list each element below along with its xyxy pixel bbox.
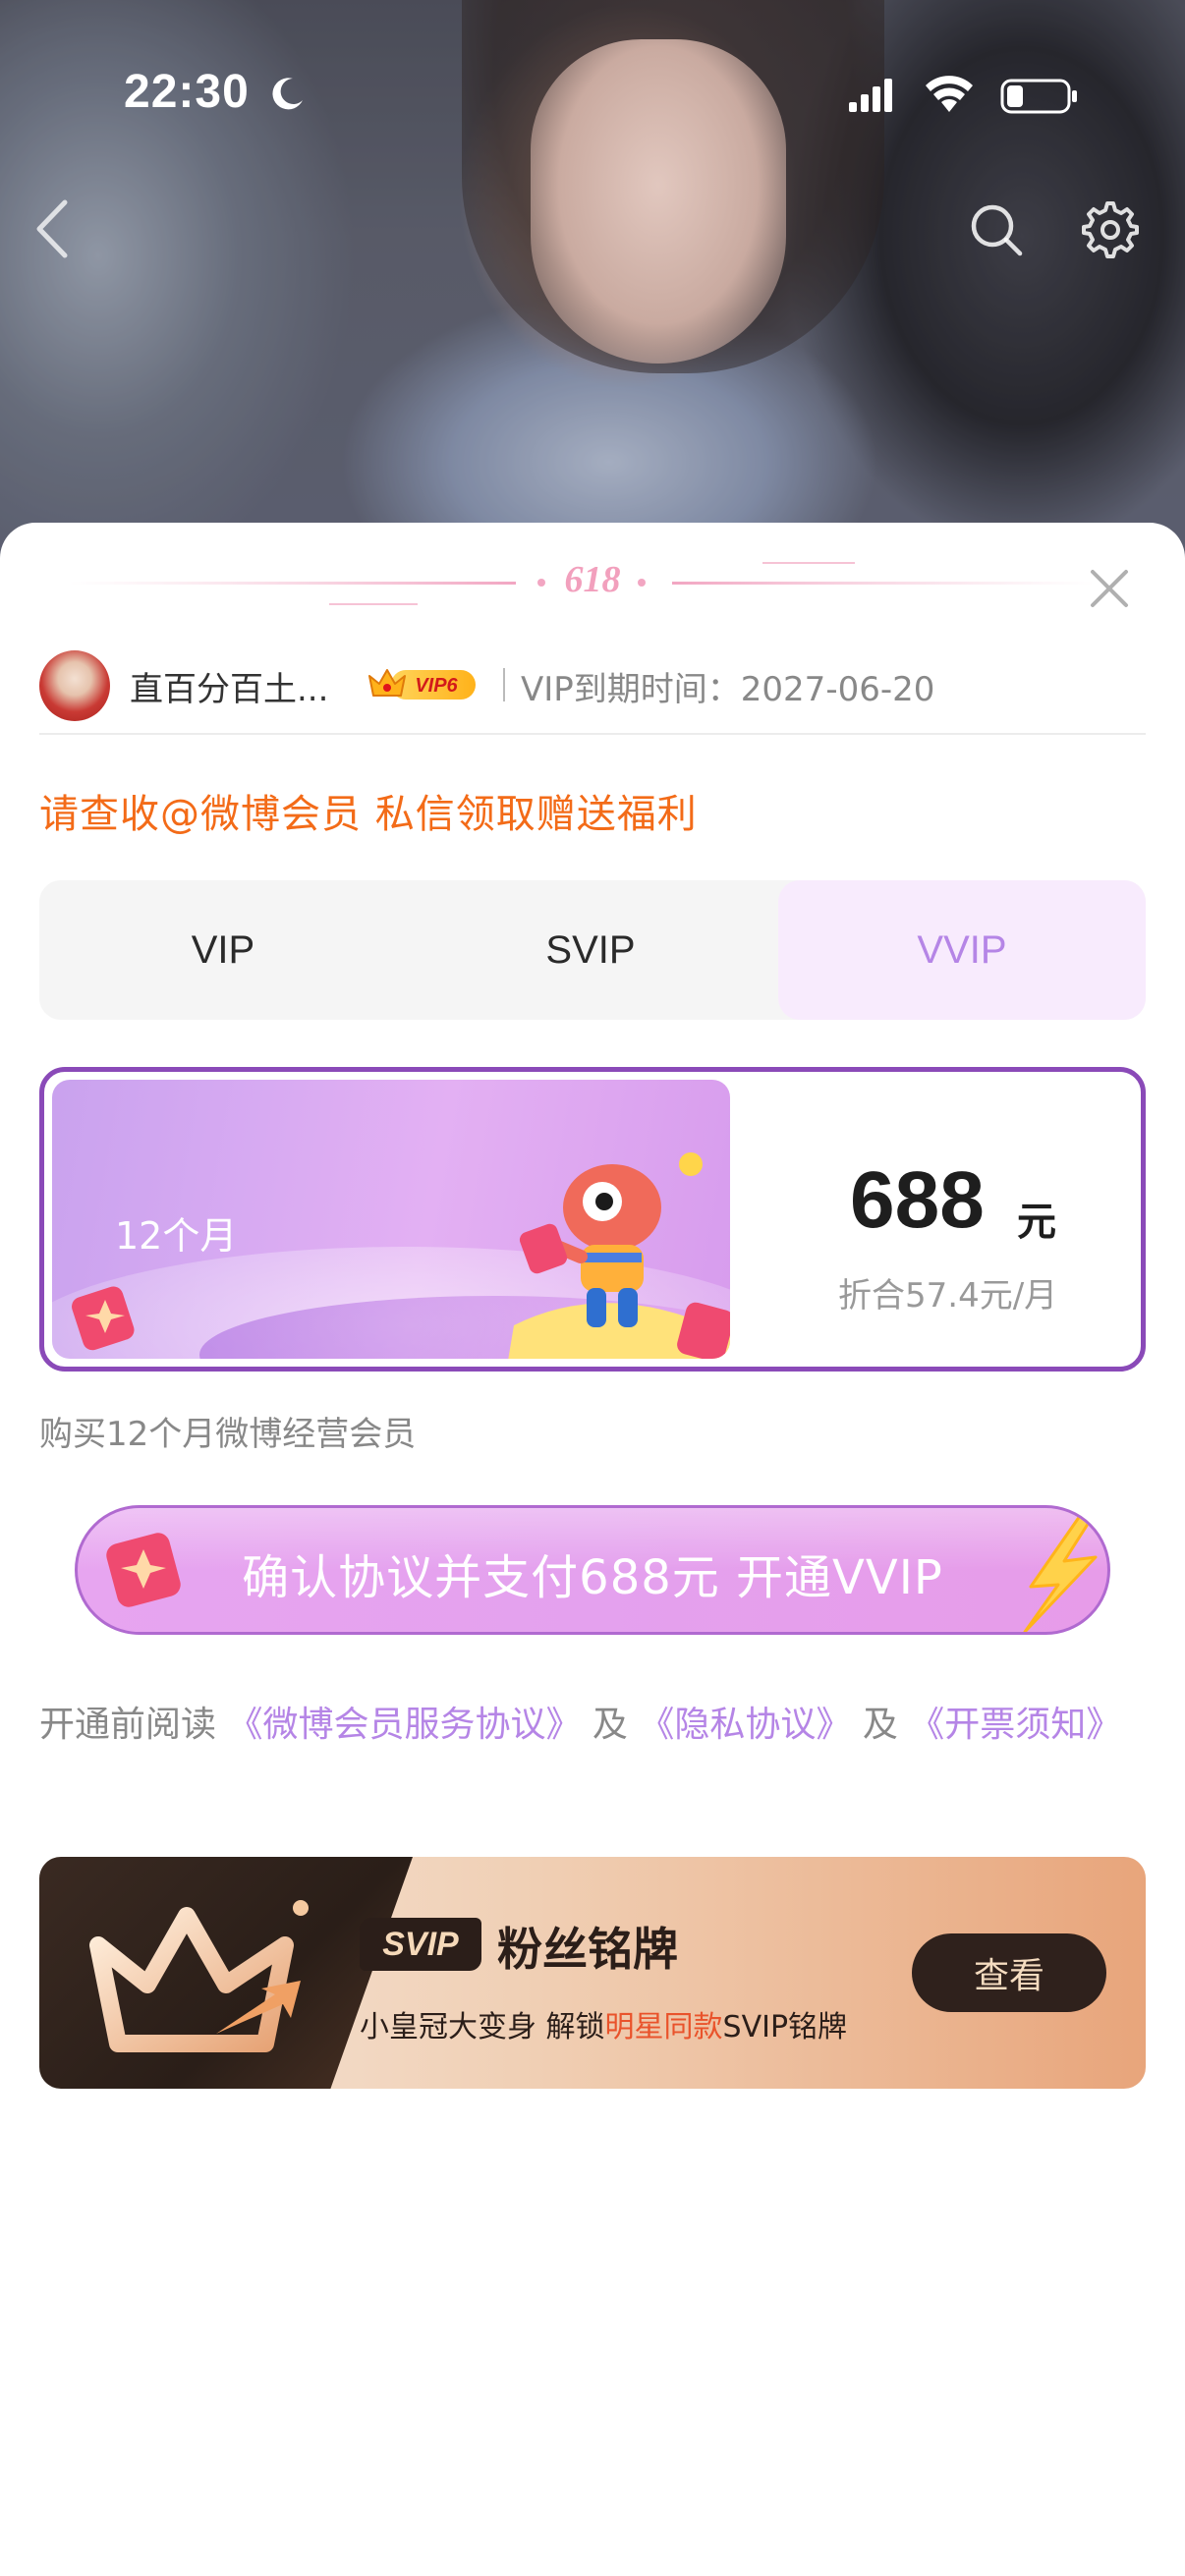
- vip-level-badge: VIP6: [368, 669, 476, 700]
- search-icon[interactable]: [969, 202, 1024, 257]
- plan-duration: 12个月: [115, 1214, 238, 1258]
- confirm-pay-button[interactable]: 确认协议并支付688元 开通VVIP: [75, 1505, 1110, 1635]
- status-bar: 22:30: [0, 0, 1185, 187]
- confirm-pay-label: 确认协议并支付688元 开通VVIP: [242, 1550, 943, 1605]
- tab-svip[interactable]: SVIP: [407, 880, 774, 1020]
- vip-purchase-sheet: 618 直百分百土... VIP6 VIP到期时间：2027-06-20 请查收…: [0, 523, 1185, 2576]
- fan-badge-promo-banner[interactable]: SVIP 粉丝铭牌 小皇冠大变身 解锁明星同款SVIP铭牌 查看: [39, 1857, 1146, 2089]
- plan-card-artwork: 12个月: [52, 1080, 730, 1359]
- wifi-icon: [926, 76, 973, 112]
- vip-badge-text: VIP6: [415, 675, 458, 697]
- tab-vip[interactable]: VIP: [39, 880, 407, 1020]
- promo-subtitle-pre: 小皇冠大变身 解锁: [360, 2010, 605, 2044]
- view-button[interactable]: 查看: [912, 1933, 1106, 2012]
- moon-icon: [272, 78, 303, 110]
- banner-618-label: 618: [564, 559, 621, 600]
- agreement-prefix: 开通前阅读: [39, 1705, 228, 1745]
- invoice-notice-link[interactable]: 《开票须知》: [909, 1705, 1121, 1745]
- battery-icon: [1000, 79, 1077, 114]
- gift-notice[interactable]: 请查收@微博会员 私信领取赠送福利: [39, 782, 698, 839]
- plan-price: 688: [850, 1155, 985, 1245]
- plan-price-unit: 元: [1017, 1200, 1056, 1245]
- svip-tag: SVIP: [360, 1918, 481, 1971]
- vip-expiry: VIP到期时间：2027-06-20: [521, 670, 935, 709]
- membership-tabs: VIP SVIP VVIP: [39, 880, 1146, 1020]
- agreement-text: 开通前阅读 《微博会员服务协议》 及 《隐私协议》 及 《开票须知》: [39, 1698, 1146, 1753]
- tab-vvip[interactable]: VVIP: [778, 880, 1146, 1020]
- mascot-illustration: [508, 1152, 730, 1359]
- service-agreement-link[interactable]: 《微博会员服务协议》: [227, 1705, 581, 1745]
- promo-subtitle: 小皇冠大变身 解锁明星同款SVIP铭牌: [360, 2002, 847, 2045]
- avatar[interactable]: [39, 650, 110, 721]
- horizontal-divider: [39, 733, 1146, 735]
- crown-icon: [89, 1900, 309, 2052]
- plan-monthly-price: 折合57.4元/月: [838, 1276, 1058, 1316]
- signal-icon: [849, 79, 892, 112]
- vertical-divider: [503, 668, 505, 701]
- username: 直百分百土...: [130, 670, 329, 709]
- promo-subtitle-post: SVIP铭牌: [722, 2010, 848, 2044]
- close-icon[interactable]: [1087, 566, 1132, 611]
- promo-title: 粉丝铭牌: [497, 1923, 678, 1976]
- user-info-row: 直百分百土... VIP6 VIP到期时间：2027-06-20: [39, 644, 1146, 733]
- back-icon[interactable]: [29, 196, 77, 261]
- red-envelope-icon: [72, 1286, 135, 1351]
- agreement-sep-1: 及: [581, 1705, 640, 1745]
- plan-description: 购买12个月微博经营会员: [39, 1415, 417, 1454]
- gear-icon[interactable]: [1081, 200, 1140, 259]
- plan-card-12-months[interactable]: 12个月 688 元 折合57.4元/月: [39, 1067, 1146, 1372]
- promo-subtitle-highlight: 明星同款: [604, 2010, 723, 2044]
- privacy-agreement-link[interactable]: 《隐私协议》: [639, 1705, 851, 1745]
- status-time: 22:30: [124, 66, 250, 118]
- agreement-sep-2: 及: [851, 1705, 910, 1745]
